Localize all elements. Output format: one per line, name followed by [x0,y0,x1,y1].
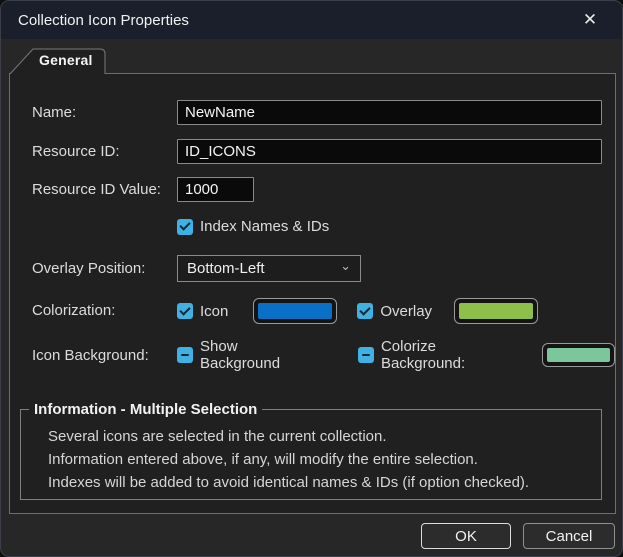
colorize-background-label: Colorize Background: [380,338,466,372]
general-panel: Name: Resource ID: Resource ID Value: In… [9,73,616,514]
titlebar[interactable]: Collection Icon Properties ✕ [1,1,622,39]
icon-background-row: Show Background Colorize Background: [177,338,615,372]
information-line: Indexes will be added to avoid identical… [48,474,530,491]
background-color-fill [547,348,610,362]
colorize-overlay-checkbox[interactable] [357,303,374,319]
overlay-color-swatch[interactable] [454,298,539,324]
resource-id-label: Resource ID: [32,143,120,160]
information-line: Information entered above, if any, will … [48,451,478,468]
overlay-position-value: Bottom-Left [187,260,265,277]
show-background-label: Show Background [200,338,281,372]
show-background-checkbox[interactable] [177,347,193,363]
overlay-position-label: Overlay Position: [32,260,146,277]
index-names-checkbox-row[interactable]: Index Names & IDs [177,218,329,235]
colorize-icon-checkbox[interactable] [177,303,193,319]
resource-id-input[interactable] [177,139,602,164]
colorization-label: Colorization: [32,302,116,319]
icon-color-fill [258,303,333,319]
information-groupbox: Information - Multiple Selection Several… [20,401,602,500]
resource-id-value-label: Resource ID Value: [32,181,161,198]
collection-icon-properties-dialog: Collection Icon Properties ✕ General Nam… [0,0,623,557]
colorize-background-checkbox[interactable] [357,347,374,363]
background-color-swatch[interactable] [542,343,615,367]
overlay-position-dropdown[interactable]: Bottom-Left ⌄ [177,255,361,282]
index-names-checkbox[interactable] [177,218,193,235]
tab-general[interactable]: General [9,48,109,75]
colorization-row: Icon Overlay [177,298,539,324]
resource-id-value-input[interactable] [177,177,254,202]
cancel-button[interactable]: Cancel [523,523,615,549]
colorize-icon-label: Icon [200,302,229,320]
tab-general-label: General [39,52,93,68]
ok-button[interactable]: OK [421,523,511,549]
window-title: Collection Icon Properties [18,11,189,29]
overlay-color-fill [459,303,534,319]
information-group-title: Information - Multiple Selection [29,401,263,418]
close-icon[interactable]: ✕ [570,1,610,39]
name-input[interactable] [177,100,602,125]
icon-color-swatch[interactable] [253,298,338,324]
information-line: Several icons are selected in the curren… [48,428,387,445]
colorize-overlay-label: Overlay [380,302,433,320]
index-names-label: Index Names & IDs [200,218,330,235]
chevron-down-icon: ⌄ [340,257,351,273]
icon-background-label: Icon Background: [32,347,149,364]
information-lines: Several icons are selected in the curren… [21,410,601,494]
name-label: Name: [32,104,77,121]
